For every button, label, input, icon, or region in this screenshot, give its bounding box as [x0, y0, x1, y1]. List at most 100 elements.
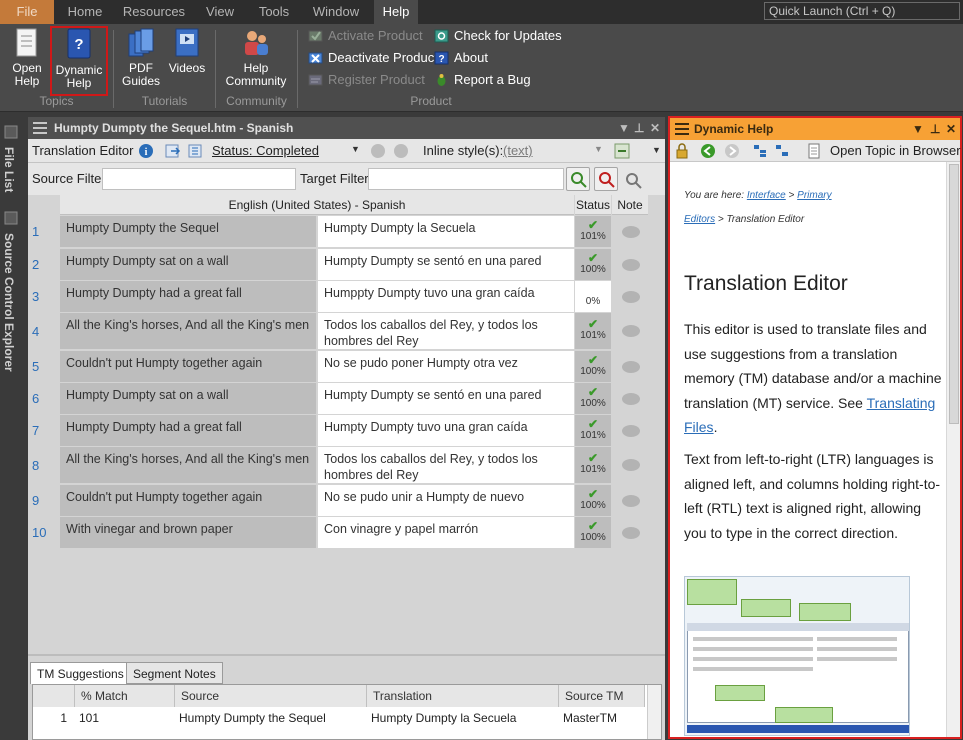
- quick-launch-input[interactable]: Quick Launch (Ctrl + Q): [764, 2, 960, 20]
- source-cell[interactable]: Humpty Dumpty had a great fall: [60, 415, 316, 446]
- tm-match-cell[interactable]: 101: [75, 708, 175, 728]
- menu-home[interactable]: Home: [58, 0, 112, 24]
- import-icon[interactable]: [188, 143, 204, 159]
- pin-icon[interactable]: ⊥: [634, 117, 644, 139]
- pin-icon[interactable]: ⊥: [930, 118, 940, 140]
- table-row[interactable]: 6 Humpty Dumpty sat on a wall Humpty Dum…: [28, 383, 662, 414]
- tm-source-header[interactable]: Source: [175, 685, 367, 707]
- tm-sourcetm-cell[interactable]: MasterTM: [559, 708, 645, 728]
- target-cell[interactable]: Todos los caballos del Rey, y todos los …: [318, 313, 574, 349]
- close-icon[interactable]: ✕: [946, 118, 956, 140]
- page-icon[interactable]: [806, 143, 822, 159]
- activate-product-button[interactable]: Activate Product: [308, 26, 423, 46]
- table-row[interactable]: 4 All the King's horses, And all the Kin…: [28, 313, 662, 349]
- close-icon[interactable]: ✕: [650, 117, 660, 139]
- target-cell[interactable]: Con vinagre y papel marrón: [318, 517, 574, 548]
- breadcrumb-link-primary[interactable]: Primary: [797, 190, 831, 201]
- sync-icon[interactable]: [613, 142, 631, 160]
- check-updates-button[interactable]: Check for Updates: [434, 26, 562, 46]
- source-cell[interactable]: With vinegar and brown paper: [60, 517, 316, 548]
- videos-button[interactable]: Videos: [166, 28, 208, 94]
- dropdown-arrow-icon[interactable]: ▼: [912, 118, 924, 140]
- tm-match-header[interactable]: % Match: [75, 685, 175, 707]
- open-help-button[interactable]: Open Help: [6, 28, 48, 94]
- help-scrollbar-thumb[interactable]: [949, 164, 959, 424]
- menu-file[interactable]: File: [0, 0, 54, 24]
- target-cell[interactable]: Humpty Dumpty se sentó en una pared: [318, 249, 574, 280]
- toggle-a-icon[interactable]: [371, 144, 385, 158]
- tm-sourcetm-header[interactable]: Source TM: [559, 685, 645, 707]
- advanced-search-icon[interactable]: [624, 171, 642, 189]
- breadcrumb-link-editors[interactable]: Editors: [684, 214, 715, 225]
- forward-icon[interactable]: [724, 143, 740, 159]
- clear-filter-button[interactable]: [594, 167, 618, 191]
- source-filter-input[interactable]: [102, 168, 296, 190]
- note-icon[interactable]: [622, 259, 640, 271]
- report-bug-button[interactable]: Report a Bug: [434, 70, 531, 90]
- export-icon[interactable]: [165, 143, 181, 159]
- register-product-button[interactable]: Register Product: [308, 70, 425, 90]
- help-scrollbar[interactable]: [946, 162, 960, 737]
- note-column-header[interactable]: Note: [612, 195, 648, 215]
- menu-help[interactable]: Help: [374, 0, 418, 24]
- note-icon[interactable]: [622, 393, 640, 405]
- target-cell[interactable]: Humpty Dumpty tuvo una gran caída: [318, 415, 574, 446]
- note-icon[interactable]: [622, 291, 640, 303]
- tm-source-cell[interactable]: Humpty Dumpty the Sequel: [175, 708, 367, 728]
- translation-editor-screenshot-image[interactable]: [684, 576, 910, 736]
- sync-toc-icon[interactable]: [774, 143, 790, 159]
- target-cell[interactable]: No se pudo unir a Humpty de nuevo: [318, 485, 574, 516]
- help-community-button[interactable]: Help Community: [222, 28, 290, 94]
- open-in-browser-button[interactable]: Open Topic in Browser: [830, 143, 961, 158]
- toggle-b-icon[interactable]: [394, 144, 408, 158]
- file-list-tab[interactable]: File List: [2, 147, 16, 192]
- target-cell[interactable]: Todos los caballos del Rey, y todos los …: [318, 447, 574, 483]
- menu-window[interactable]: Window: [304, 0, 368, 24]
- target-cell[interactable]: No se pudo poner Humpty otra vez: [318, 351, 574, 382]
- contents-icon[interactable]: [752, 143, 768, 159]
- status-column-header[interactable]: Status: [575, 195, 611, 215]
- note-icon[interactable]: [622, 325, 640, 337]
- inline-styles-arrow-icon[interactable]: ▼: [594, 144, 603, 154]
- table-row[interactable]: 3 Humpty Dumpty had a great fall Humppty…: [28, 281, 662, 312]
- target-cell[interactable]: Humppty Dumpty tuvo una gran caída: [318, 281, 574, 312]
- tm-translation-cell[interactable]: Humpty Dumpty la Secuela: [367, 708, 559, 728]
- target-filter-input[interactable]: [368, 168, 564, 190]
- apply-filter-button[interactable]: [566, 167, 590, 191]
- tab-tm-suggestions[interactable]: TM Suggestions: [30, 662, 131, 684]
- source-cell[interactable]: Couldn't put Humpty together again: [60, 351, 316, 382]
- table-row[interactable]: 7 Humpty Dumpty had a great fall Humpty …: [28, 415, 662, 446]
- breadcrumb-link-interface[interactable]: Interface: [747, 190, 786, 201]
- dynamic-help-button[interactable]: ? Dynamic Help: [50, 26, 108, 96]
- note-icon[interactable]: [622, 226, 640, 238]
- source-cell[interactable]: Humpty Dumpty sat on a wall: [60, 383, 316, 414]
- menu-view[interactable]: View: [196, 0, 244, 24]
- tab-segment-notes[interactable]: Segment Notes: [126, 662, 223, 684]
- about-button[interactable]: ? About: [434, 48, 488, 68]
- source-cell[interactable]: Couldn't put Humpty together again: [60, 485, 316, 516]
- table-row[interactable]: 1 Humpty Dumpty the Sequel Humpty Dumpty…: [28, 216, 662, 247]
- target-cell[interactable]: Humpty Dumpty se sentó en una pared: [318, 383, 574, 414]
- table-row[interactable]: 10 With vinegar and brown paper Con vina…: [28, 517, 662, 548]
- source-cell[interactable]: All the King's horses, And all the King'…: [60, 447, 316, 483]
- dropdown-arrow-icon[interactable]: ▼: [618, 117, 630, 139]
- target-cell[interactable]: Humpty Dumpty la Secuela: [318, 216, 574, 247]
- menu-grip-icon[interactable]: [33, 122, 47, 134]
- menu-tools[interactable]: Tools: [248, 0, 300, 24]
- tm-translation-header[interactable]: Translation: [367, 685, 559, 707]
- note-icon[interactable]: [622, 459, 640, 471]
- table-row[interactable]: 9 Couldn't put Humpty together again No …: [28, 485, 662, 516]
- source-cell[interactable]: All the King's horses, And all the King'…: [60, 313, 316, 349]
- back-icon[interactable]: [700, 143, 716, 159]
- pdf-guides-button[interactable]: PDF Guides: [118, 28, 164, 94]
- info-icon[interactable]: i: [138, 143, 154, 159]
- lock-icon[interactable]: [674, 143, 690, 159]
- tm-scrollbar[interactable]: [647, 685, 661, 739]
- note-icon[interactable]: [622, 361, 640, 373]
- menu-grip-icon[interactable]: [675, 123, 689, 135]
- menu-resources[interactable]: Resources: [116, 0, 192, 24]
- table-row[interactable]: 8 All the King's horses, And all the Kin…: [28, 447, 662, 483]
- note-icon[interactable]: [622, 527, 640, 539]
- source-cell[interactable]: Humpty Dumpty sat on a wall: [60, 249, 316, 280]
- table-row[interactable]: 2 Humpty Dumpty sat on a wall Humpty Dum…: [28, 249, 662, 280]
